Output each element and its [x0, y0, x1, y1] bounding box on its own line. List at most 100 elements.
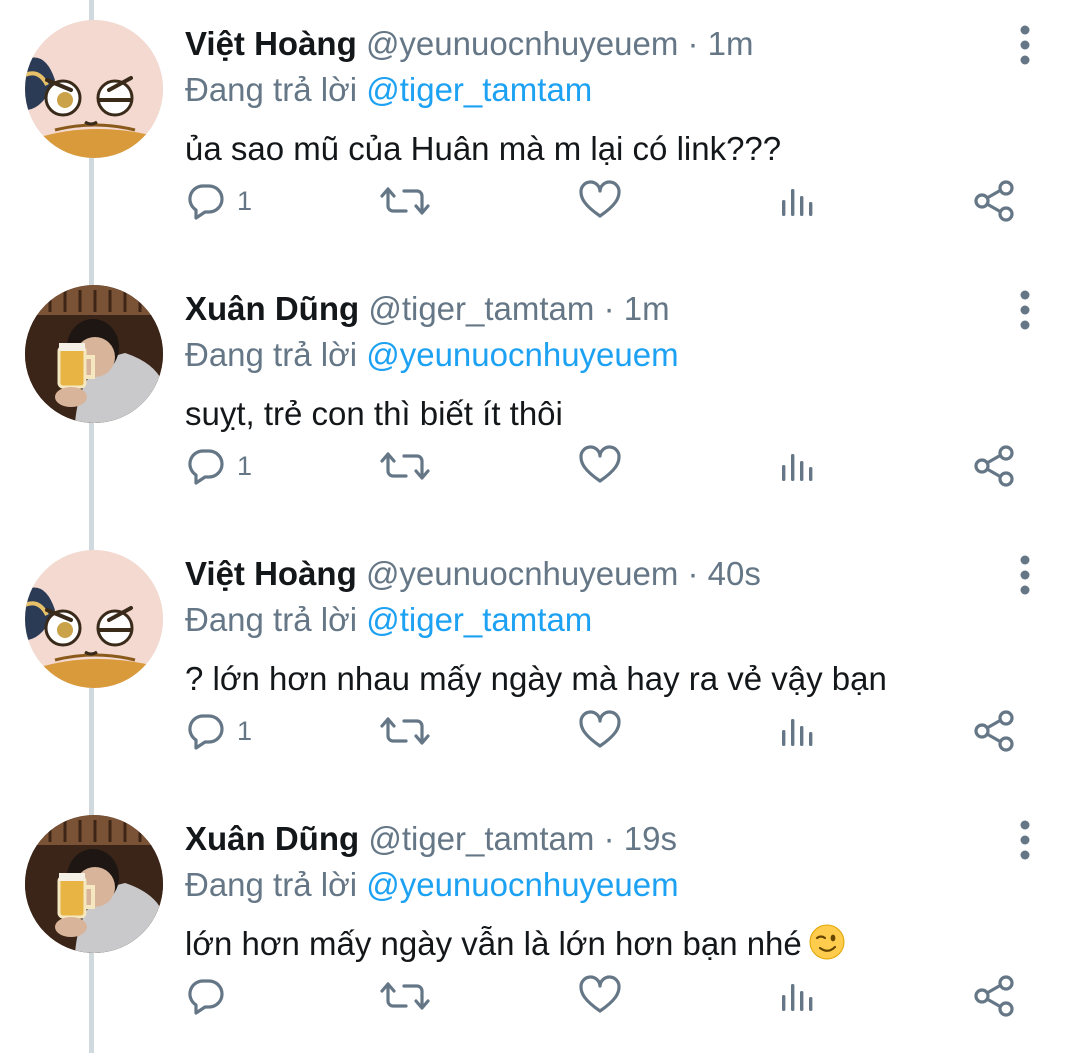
tweet-text: suỵt, trẻ con thì biết ít thôi	[185, 390, 563, 438]
replying-to-label: Đang trả lời	[185, 601, 358, 638]
replying-to: Đang trả lời @tiger_tamtam	[185, 598, 592, 642]
like-button[interactable]	[578, 971, 622, 1021]
retweet-icon	[380, 187, 430, 215]
more-options-button[interactable]	[1005, 22, 1045, 68]
analytics-button[interactable]	[776, 971, 818, 1021]
tweet-text-body: ủa sao mũ của Huân mà m lại có link???	[185, 130, 782, 167]
retweet-button[interactable]	[380, 706, 430, 756]
replying-to-label: Đang trả lời	[185, 336, 358, 373]
like-button[interactable]	[578, 706, 622, 756]
analytics-button[interactable]	[776, 176, 818, 226]
reply-button[interactable]: 1	[185, 176, 252, 226]
photo-avatar-image	[25, 815, 163, 953]
share-icon	[974, 975, 1014, 1017]
display-name[interactable]: Xuân Dũng	[185, 820, 359, 857]
tweet-text-body: suỵt, trẻ con thì biết ít thôi	[185, 395, 563, 432]
reply-icon	[188, 714, 224, 750]
more-options-button[interactable]	[1005, 287, 1045, 333]
cartoon-avatar-image	[25, 550, 163, 688]
more-options-button[interactable]	[1005, 552, 1045, 598]
replying-to-mention[interactable]: @yeunuocnhuyeuem	[366, 336, 678, 373]
share-button[interactable]	[972, 706, 1018, 756]
share-icon	[974, 180, 1014, 222]
avatar[interactable]	[25, 285, 163, 423]
reply-count: 1	[237, 716, 253, 746]
analytics-icon	[782, 189, 813, 216]
replying-to-mention[interactable]: @tiger_tamtam	[366, 71, 592, 108]
user-handle[interactable]: @tiger_tamtam	[368, 290, 594, 327]
share-icon	[974, 445, 1014, 487]
reply-icon	[188, 979, 224, 1015]
user-handle[interactable]: @yeunuocnhuyeuem	[366, 555, 678, 592]
more-vertical-icon	[1020, 25, 1030, 65]
share-button[interactable]	[972, 176, 1018, 226]
share-icon	[974, 710, 1014, 752]
reply-button[interactable]: 1	[185, 441, 252, 491]
tweet-header: Xuân Dũng @tiger_tamtam · 1m	[185, 287, 670, 331]
display-name[interactable]: Xuân Dũng	[185, 290, 359, 327]
replying-to-label: Đang trả lời	[185, 71, 358, 108]
reply-button[interactable]	[185, 971, 237, 1021]
replying-to-label: Đang trả lời	[185, 866, 358, 903]
reply-thread: Việt Hoàng @yeunuocnhuyeuem · 1m Đang tr…	[0, 0, 1080, 1053]
timestamp[interactable]: · 1m	[604, 290, 670, 327]
tweet[interactable]: Việt Hoàng @yeunuocnhuyeuem · 1m Đang tr…	[0, 0, 1080, 264]
analytics-icon	[782, 984, 813, 1011]
display-name[interactable]: Việt Hoàng	[185, 25, 357, 62]
reply-button[interactable]: 1	[185, 706, 252, 756]
like-button[interactable]	[578, 441, 622, 491]
analytics-icon	[782, 719, 813, 746]
avatar[interactable]	[25, 815, 163, 953]
timestamp[interactable]: · 19s	[604, 820, 677, 857]
retweet-icon	[380, 717, 430, 745]
tweet-text: ủa sao mũ của Huân mà m lại có link???	[185, 125, 781, 173]
tweet[interactable]: Việt Hoàng @yeunuocnhuyeuem · 40s Đang t…	[0, 530, 1080, 794]
more-vertical-icon	[1020, 820, 1030, 860]
retweet-button[interactable]	[380, 441, 430, 491]
tweet-header: Việt Hoàng @yeunuocnhuyeuem · 1m	[185, 22, 753, 66]
cartoon-avatar-image	[25, 20, 163, 158]
tweet-text-body: ? lớn hơn nhau mấy ngày mà hay ra vẻ vậy…	[185, 660, 887, 697]
tweet[interactable]: Xuân Dũng @tiger_tamtam · 1m Đang trả lờ…	[0, 265, 1080, 529]
replying-to-mention[interactable]: @tiger_tamtam	[366, 601, 592, 638]
user-handle[interactable]: @tiger_tamtam	[368, 820, 594, 857]
retweet-icon	[380, 452, 430, 480]
replying-to-mention[interactable]: @yeunuocnhuyeuem	[366, 866, 678, 903]
timestamp[interactable]: · 40s	[687, 555, 760, 592]
heart-icon	[579, 445, 621, 483]
heart-icon	[579, 975, 621, 1013]
heart-icon	[579, 180, 621, 218]
photo-avatar-image	[25, 285, 163, 423]
analytics-button[interactable]	[776, 706, 818, 756]
replying-to: Đang trả lời @yeunuocnhuyeuem	[185, 863, 679, 907]
tweet-text: ? lớn hơn nhau mấy ngày mà hay ra vẻ vậy…	[185, 655, 887, 703]
timestamp[interactable]: · 1m	[687, 25, 753, 62]
reply-icon	[188, 184, 224, 220]
winking-face-emoji	[808, 923, 846, 961]
tweet[interactable]: Xuân Dũng @tiger_tamtam · 19s Đang trả l…	[0, 795, 1080, 1053]
user-handle[interactable]: @yeunuocnhuyeuem	[366, 25, 678, 62]
avatar[interactable]	[25, 550, 163, 688]
more-vertical-icon	[1020, 290, 1030, 330]
winking-face-icon	[809, 924, 845, 960]
avatar[interactable]	[25, 20, 163, 158]
retweet-button[interactable]	[380, 971, 430, 1021]
more-vertical-icon	[1020, 555, 1030, 595]
tweet-text: lớn hơn mấy ngày vẫn là lớn hơn bạn nhé	[185, 920, 846, 968]
share-button[interactable]	[972, 971, 1018, 1021]
analytics-icon	[782, 454, 813, 481]
display-name[interactable]: Việt Hoàng	[185, 555, 357, 592]
analytics-button[interactable]	[776, 441, 818, 491]
share-button[interactable]	[972, 441, 1018, 491]
reply-count: 1	[237, 186, 253, 216]
like-button[interactable]	[578, 176, 622, 226]
more-options-button[interactable]	[1005, 817, 1045, 863]
retweet-icon	[380, 982, 430, 1010]
reply-icon	[188, 449, 224, 485]
replying-to: Đang trả lời @yeunuocnhuyeuem	[185, 333, 679, 377]
replying-to: Đang trả lời @tiger_tamtam	[185, 68, 592, 112]
retweet-button[interactable]	[380, 176, 430, 226]
tweet-header: Việt Hoàng @yeunuocnhuyeuem · 40s	[185, 552, 761, 596]
heart-icon	[579, 710, 621, 748]
reply-count: 1	[237, 451, 253, 481]
